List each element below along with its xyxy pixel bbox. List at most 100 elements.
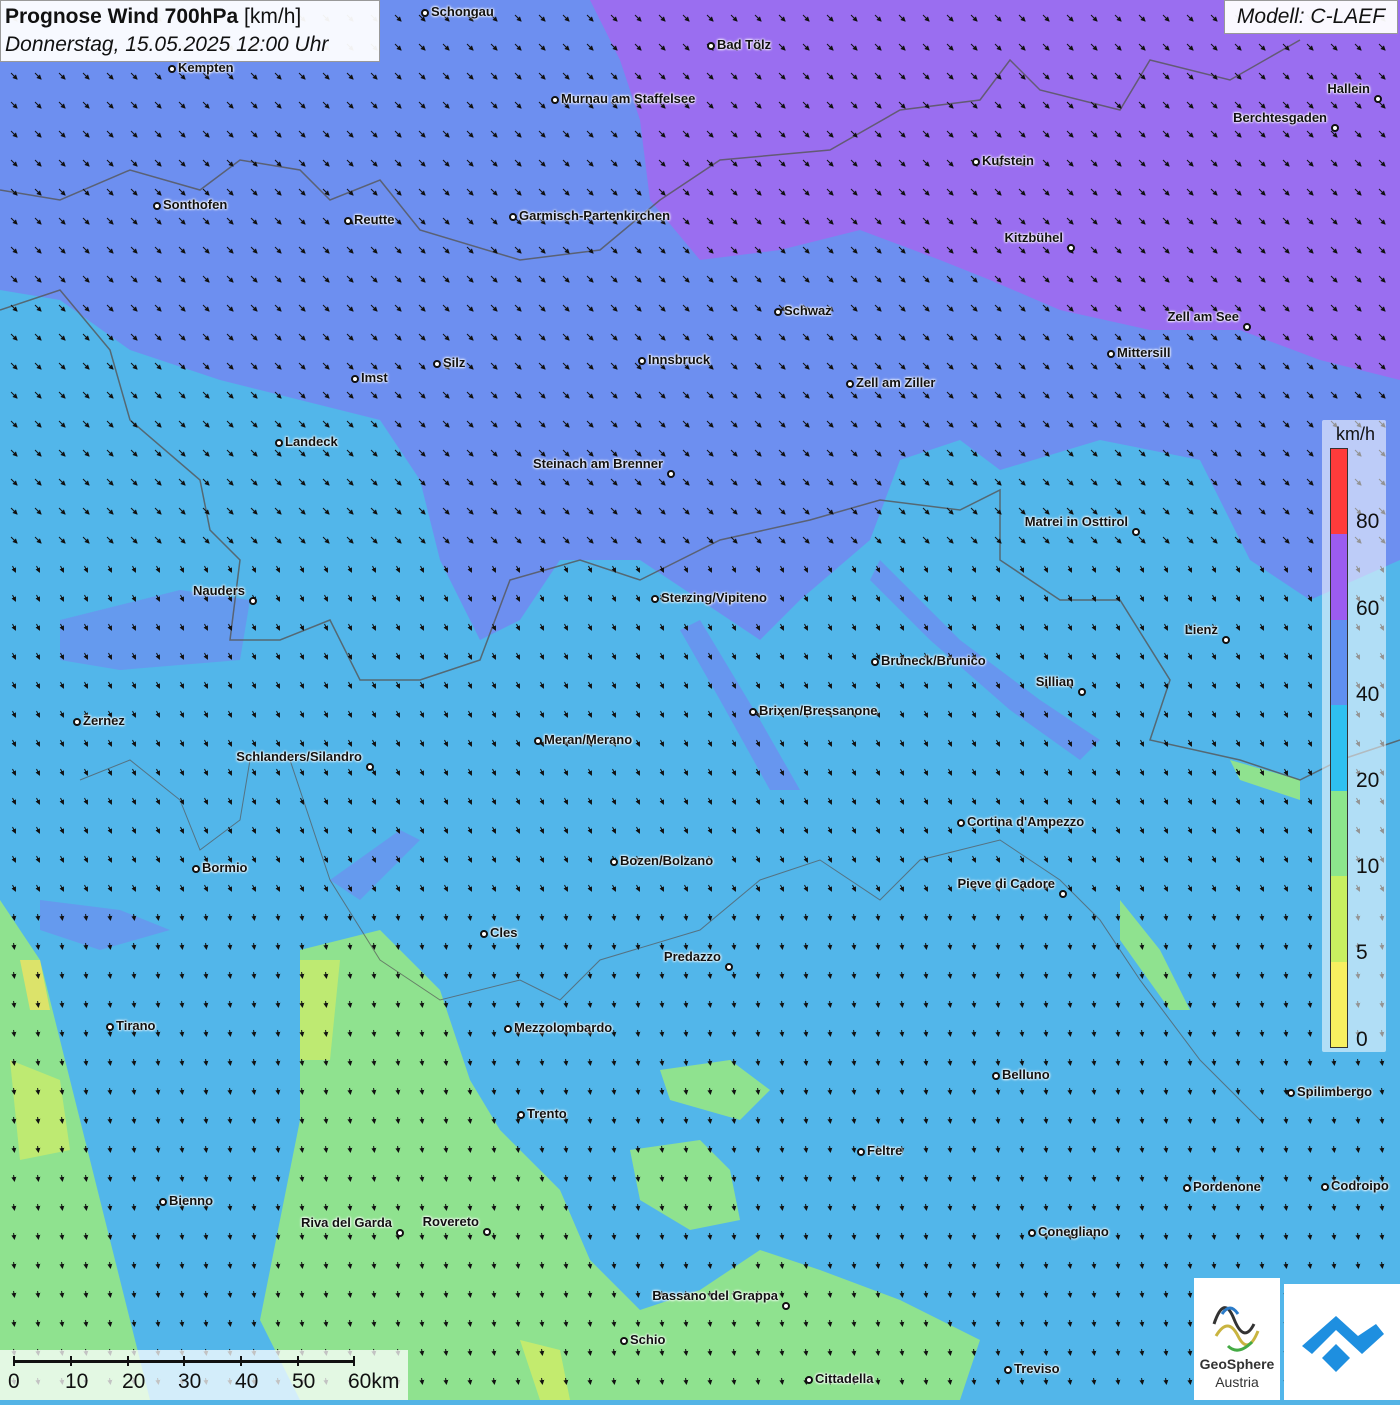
city-label: Bad Tölz: [717, 37, 772, 52]
city-marker: [534, 737, 542, 745]
city-marker: [1243, 323, 1251, 331]
scale-tick: [183, 1356, 185, 1366]
city-marker: [857, 1148, 865, 1156]
map-title-unit: [km/h]: [244, 5, 302, 28]
city-label: Sonthofen: [163, 197, 228, 212]
city-marker: [846, 380, 854, 388]
city-label: Predazzo: [663, 949, 721, 964]
city-marker: [638, 357, 646, 365]
legend-segment: [1331, 961, 1347, 1047]
scale-label: 0: [8, 1370, 20, 1393]
city-label: Reutte: [354, 212, 395, 227]
city-marker: [73, 718, 81, 726]
scale-label: 10: [65, 1370, 89, 1393]
city-label: Schwaz: [784, 303, 832, 318]
city-marker: [871, 658, 879, 666]
scale-bar: 0 10 20 30 40 50 60km: [0, 1350, 408, 1400]
city-label: Conegliano: [1038, 1224, 1109, 1239]
city-marker: [1321, 1183, 1329, 1191]
city-label: Landeck: [285, 434, 338, 449]
city-label: Schlanders/Silandro: [236, 749, 362, 764]
city-label: Bozen/Bolzano: [620, 853, 714, 868]
city-label: Zell am Ziller: [856, 375, 936, 390]
city-marker: [1078, 688, 1086, 696]
city-marker: [351, 375, 359, 383]
city-label: Bruneck/Brunico: [881, 653, 986, 668]
scale-tick: [240, 1356, 242, 1366]
city-marker: [651, 595, 659, 603]
city-marker: [517, 1111, 525, 1119]
city-label: Cles: [490, 925, 518, 940]
color-legend: km/h 80 60 40 20 10 5 0: [1322, 420, 1386, 1052]
city-label: Mittersill: [1117, 345, 1171, 360]
city-label: Tirano: [116, 1018, 156, 1033]
city-label: Murnau am Staffelsee: [561, 91, 696, 106]
city-label: Trento: [527, 1106, 567, 1121]
city-label: Silz: [443, 355, 466, 370]
city-marker: [782, 1302, 790, 1310]
cloud-mountain-icon: [1302, 1316, 1384, 1372]
map-datetime: Donnerstag, 15.05.2025 12:00 Uhr: [5, 33, 329, 56]
city-marker: [667, 470, 675, 478]
legend-label: 20: [1356, 769, 1380, 792]
city-label: Brixen/Bressanone: [759, 703, 878, 718]
city-label: Hallein: [1327, 81, 1370, 96]
city-marker: [509, 213, 517, 221]
city-label: Riva del Garda: [300, 1215, 392, 1230]
city-label: Feltre: [867, 1143, 903, 1158]
geosphere-emblem-icon: [1212, 1306, 1260, 1352]
legend-unit: km/h: [1336, 424, 1376, 444]
city-label: Kufstein: [982, 153, 1034, 168]
city-label: Kempten: [178, 60, 234, 75]
city-label: Pieve di Cadore: [957, 876, 1055, 891]
scale-label: 50: [292, 1370, 316, 1393]
city-label: Zernez: [83, 713, 125, 728]
legend-segment: [1331, 619, 1347, 706]
city-marker: [1059, 890, 1067, 898]
city-marker: [1067, 244, 1075, 252]
city-marker: [957, 819, 965, 827]
city-marker: [168, 65, 176, 73]
geosphere-logo-subtext: Austria: [1215, 1374, 1259, 1390]
city-label: Sterzing/Vipiteno: [661, 590, 767, 605]
weather-app-logo: [1284, 1284, 1400, 1400]
city-marker: [275, 439, 283, 447]
city-marker: [749, 708, 757, 716]
city-label: Kitzbühel: [1004, 230, 1064, 245]
city-label: Mezzolombardo: [514, 1020, 613, 1035]
city-marker: [1222, 636, 1230, 644]
city-label: Cortina d'Ampezzo: [967, 814, 1085, 829]
city-label: Codroipo: [1331, 1178, 1389, 1193]
legend-segment: [1331, 790, 1347, 877]
legend-label: 0: [1356, 1028, 1368, 1051]
scale-label: 60km: [348, 1370, 400, 1393]
scale-tick: [297, 1356, 299, 1366]
model-label: Modell: C-LAEF: [1224, 0, 1398, 34]
scale-tick: [70, 1356, 72, 1366]
legend-label: 10: [1356, 855, 1380, 878]
city-label: Steinach am Brenner: [532, 456, 663, 471]
city-marker: [483, 1228, 491, 1236]
city-label: Treviso: [1014, 1361, 1060, 1376]
city-marker: [1028, 1229, 1036, 1237]
city-label: Bormio: [202, 860, 248, 875]
city-marker: [610, 858, 618, 866]
legend-label: 40: [1356, 683, 1380, 706]
city-marker: [249, 597, 257, 605]
legend-segment: [1331, 705, 1347, 791]
city-marker: [1004, 1366, 1012, 1374]
city-label: Bienno: [169, 1193, 214, 1208]
city-marker: [992, 1072, 1000, 1080]
city-label: Cittadella: [815, 1371, 874, 1386]
city-label: Rovereto: [422, 1214, 479, 1229]
city-marker: [433, 360, 441, 368]
city-marker: [366, 763, 374, 771]
legend-color-bar: [1330, 448, 1348, 1048]
scale-tick: [13, 1356, 15, 1366]
city-label: Bassano del Grappa: [652, 1288, 778, 1303]
city-marker: [972, 158, 980, 166]
city-marker: [1132, 528, 1140, 536]
legend-label: 60: [1356, 597, 1380, 620]
scale-label: 40: [235, 1370, 259, 1393]
city-marker: [344, 217, 352, 225]
